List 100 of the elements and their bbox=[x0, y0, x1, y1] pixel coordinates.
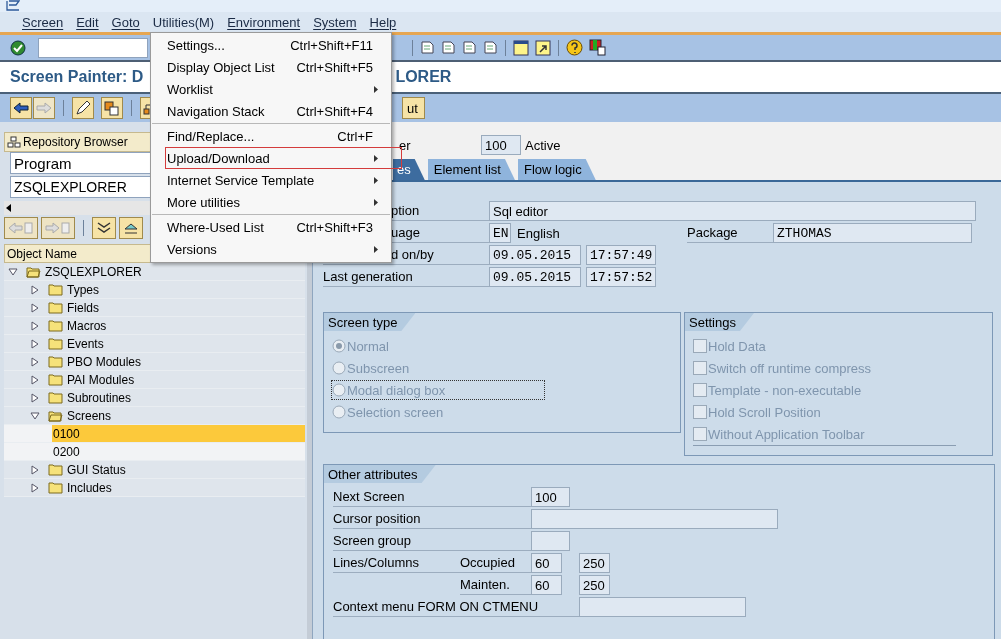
object-type-dropdown[interactable]: Program bbox=[10, 152, 150, 174]
group-title: Screen type bbox=[324, 313, 416, 331]
lines-field[interactable]: 60 bbox=[531, 553, 562, 573]
menu-item[interactable]: Utilities(M) bbox=[152, 13, 215, 31]
menu-item[interactable]: Goto bbox=[111, 13, 140, 31]
folder-icon bbox=[48, 391, 63, 404]
columns-field[interactable]: 250 bbox=[579, 575, 610, 595]
menu-option[interactable]: Upload/Download bbox=[167, 150, 374, 166]
next-object-button[interactable] bbox=[41, 217, 75, 239]
next-screen-field[interactable]: 100 bbox=[531, 487, 570, 507]
context-menu-field[interactable] bbox=[579, 597, 746, 617]
folder-icon bbox=[26, 265, 41, 278]
status-text: Active bbox=[525, 137, 561, 153]
lines-field[interactable]: 60 bbox=[531, 575, 562, 595]
screen-group-field[interactable] bbox=[531, 531, 570, 551]
group-title: Other attributes bbox=[324, 465, 436, 483]
field-label: Lines/Columns bbox=[333, 553, 460, 573]
menu-item[interactable]: Environment bbox=[227, 13, 301, 31]
tree-item[interactable]: Fields bbox=[66, 299, 99, 316]
tree-item[interactable]: Includes bbox=[66, 479, 112, 496]
shortcut-icon[interactable] bbox=[535, 39, 551, 56]
layout-icon[interactable] bbox=[589, 39, 606, 56]
layout-button[interactable]: ut bbox=[402, 97, 425, 119]
edit-button[interactable] bbox=[72, 97, 94, 119]
submenu-arrow-icon bbox=[374, 85, 378, 93]
menu-item[interactable]: Edit bbox=[76, 13, 99, 31]
folder-icon bbox=[48, 481, 63, 494]
folder-icon bbox=[48, 373, 63, 386]
columns-field[interactable]: 250 bbox=[579, 553, 610, 573]
description-field[interactable]: Sql editor bbox=[489, 201, 976, 221]
document-icon[interactable] bbox=[420, 40, 435, 55]
option-label: Switch off runtime compress bbox=[708, 360, 872, 376]
expander-icon[interactable] bbox=[30, 356, 40, 367]
help-icon[interactable] bbox=[566, 39, 583, 56]
pane-title: Repository Browser bbox=[23, 135, 128, 149]
language-code-field[interactable]: EN bbox=[489, 223, 511, 243]
activate-button[interactable] bbox=[101, 97, 123, 119]
folder-icon bbox=[48, 283, 63, 296]
folder-icon bbox=[48, 337, 63, 350]
back-button[interactable] bbox=[10, 97, 32, 119]
menu-option[interactable]: Settings... bbox=[167, 37, 291, 53]
menu-option[interactable]: Where-Used List bbox=[167, 219, 297, 235]
command-field[interactable] bbox=[38, 37, 148, 58]
field-label: Cursor position bbox=[333, 509, 531, 529]
package-field[interactable]: ZTHOMAS bbox=[773, 223, 972, 243]
option-label: Without Application Toolbar bbox=[708, 426, 865, 442]
expander-icon[interactable] bbox=[30, 320, 40, 331]
object-name-field[interactable]: ZSQLEXPLORER bbox=[10, 176, 150, 198]
tree-item[interactable]: Screens bbox=[66, 407, 112, 424]
enter-icon[interactable] bbox=[10, 39, 26, 56]
expander-icon[interactable] bbox=[30, 410, 40, 421]
page-title: Screen Painter: D bbox=[9, 68, 144, 86]
document-icon[interactable] bbox=[462, 40, 477, 55]
document-icon[interactable] bbox=[441, 40, 456, 55]
menu-option[interactable]: Worklist bbox=[167, 81, 374, 97]
menu-option[interactable]: Navigation Stack bbox=[167, 103, 297, 119]
tab[interactable]: Flow logic bbox=[517, 159, 596, 180]
field-label: Screen group bbox=[333, 531, 531, 551]
menu-item[interactable]: System bbox=[313, 13, 357, 31]
date-field[interactable]: 09.05.2015 bbox=[489, 245, 581, 265]
option-label: Hold Scroll Position bbox=[708, 404, 821, 420]
expander-icon[interactable] bbox=[30, 392, 40, 403]
shortcut-text: Ctrl+Shift+F11 bbox=[290, 37, 373, 53]
expander-icon[interactable] bbox=[8, 266, 18, 277]
menu-item[interactable]: Screen bbox=[22, 13, 64, 31]
horizontal-scrollbar[interactable] bbox=[4, 201, 150, 215]
expander-icon[interactable] bbox=[30, 284, 40, 295]
option-label: Hold Data bbox=[708, 338, 766, 354]
expander-icon[interactable] bbox=[30, 464, 40, 475]
tree-item[interactable]: Types bbox=[66, 281, 99, 298]
tree-item[interactable]: Macros bbox=[66, 317, 107, 334]
field-label: Context menu FORM ON CTMENU bbox=[333, 597, 579, 617]
cursor-position-field[interactable] bbox=[531, 509, 778, 529]
expander-icon[interactable] bbox=[30, 374, 40, 385]
menu-option[interactable]: Display Object List bbox=[167, 59, 297, 75]
hierarchy-icon bbox=[7, 136, 21, 148]
expander-icon[interactable] bbox=[30, 338, 40, 349]
shortcut-text: Ctrl+Shift+F4 bbox=[296, 103, 373, 119]
window-icon[interactable] bbox=[513, 39, 529, 56]
time-field[interactable]: 17:57:52 bbox=[586, 267, 656, 287]
option-label: Subscreen bbox=[347, 360, 410, 376]
screen-number-field[interactable]: 100 bbox=[481, 135, 521, 155]
scroll-left-icon[interactable] bbox=[4, 202, 14, 214]
tree-item[interactable]: Events bbox=[66, 335, 104, 352]
menu-option[interactable]: Internet Service Template bbox=[167, 172, 374, 188]
language-name: English bbox=[517, 225, 561, 241]
time-field[interactable]: 17:57:49 bbox=[586, 245, 656, 265]
menu-option[interactable]: Find/Replace... bbox=[167, 128, 338, 144]
menu-item[interactable]: Help bbox=[369, 13, 397, 31]
folder-icon bbox=[48, 409, 63, 422]
expander-icon[interactable] bbox=[30, 482, 40, 493]
folder-icon bbox=[48, 463, 63, 476]
folder-icon bbox=[48, 301, 63, 314]
date-field[interactable]: 09.05.2015 bbox=[489, 267, 581, 287]
tree-item[interactable]: GUI Status bbox=[66, 461, 126, 478]
tree-item[interactable]: 0100 bbox=[52, 425, 305, 442]
expander-icon[interactable] bbox=[30, 302, 40, 313]
window-menu-icon[interactable] bbox=[6, 0, 20, 11]
document-icon[interactable] bbox=[483, 40, 498, 55]
tab[interactable]: Element list bbox=[427, 159, 515, 180]
